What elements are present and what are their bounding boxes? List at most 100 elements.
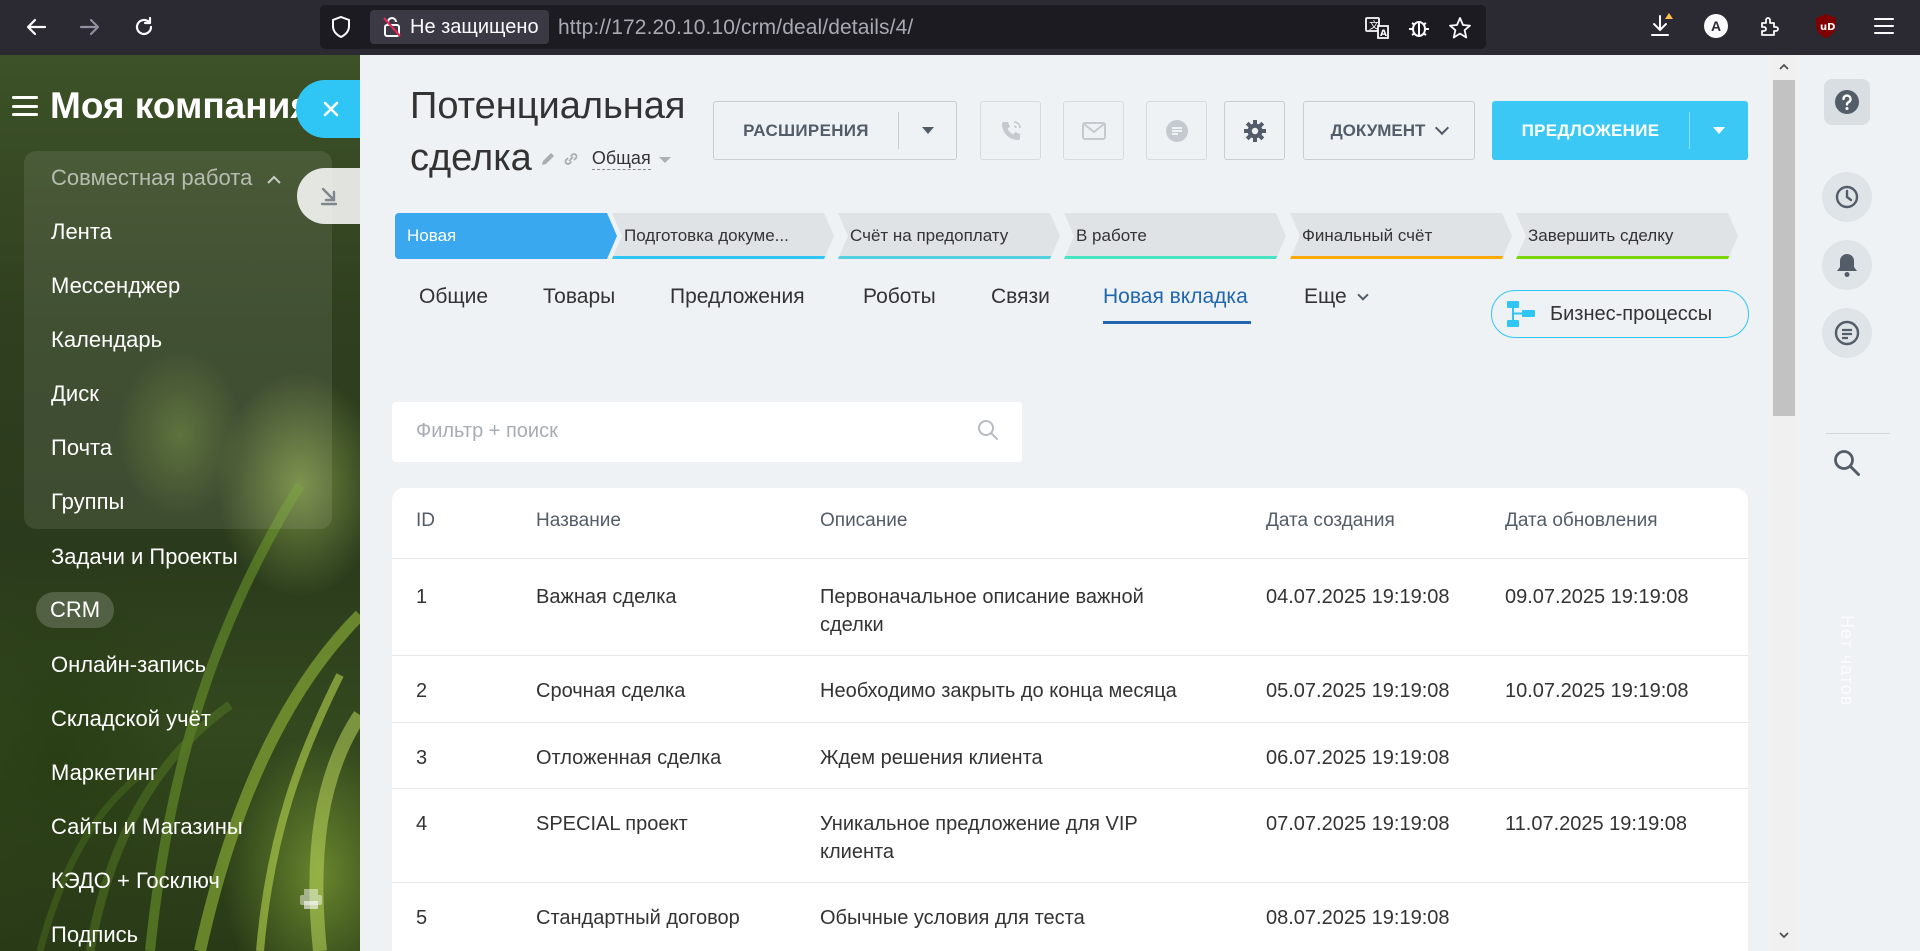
stage-color-bar (1290, 256, 1512, 259)
sidebar-item-tasks[interactable]: Задачи и Проекты (51, 544, 238, 570)
translate-icon[interactable]: 文A (1362, 14, 1392, 42)
tab-more[interactable]: Еще (1304, 285, 1369, 309)
broken-lock-icon (383, 17, 401, 37)
stage-close-deal[interactable]: Завершить сделку (1516, 213, 1738, 259)
sidebar-item-marketing[interactable]: Маркетинг (51, 760, 158, 786)
hamburger-menu-icon[interactable] (12, 96, 38, 116)
search-icon[interactable] (976, 418, 1000, 442)
column-header-updated[interactable]: Дата обновления (1505, 510, 1658, 532)
close-icon (323, 101, 339, 117)
settings-button[interactable] (1224, 101, 1285, 160)
category-selector[interactable]: Общая (591, 148, 651, 170)
stage-docs-preparation[interactable]: Подготовка докуме... (612, 213, 834, 259)
offer-dropdown[interactable] (1690, 127, 1748, 134)
tab-robots[interactable]: Роботы (863, 285, 936, 309)
url-text[interactable]: http://172.20.10.10/crm/deal/details/4/ (558, 16, 913, 40)
bookmark-star-icon[interactable] (1445, 14, 1475, 42)
chat-button[interactable] (1146, 101, 1207, 160)
column-header-id[interactable]: ID (416, 510, 435, 532)
connection-insecure-badge[interactable]: Не защищено (370, 10, 549, 44)
svg-text:uD: uD (1820, 22, 1835, 33)
stage-color-bar (838, 256, 1060, 259)
bug-icon[interactable] (1404, 14, 1434, 42)
caret-down-icon (921, 127, 934, 134)
tab-general[interactable]: Общие (419, 285, 488, 309)
scroll-up-arrow-icon[interactable] (1778, 61, 1790, 73)
stage-final-invoice[interactable]: Финальный счёт (1290, 213, 1512, 259)
notifications-button[interactable] (1822, 240, 1872, 290)
downloads-icon[interactable] (1644, 8, 1680, 44)
sidebar-item-crm[interactable]: CRM (36, 592, 115, 628)
reload-icon[interactable] (127, 10, 161, 44)
tab-links[interactable]: Связи (991, 285, 1050, 309)
refresh-stream-icon (1835, 185, 1859, 209)
forward-icon[interactable] (73, 10, 107, 44)
sidebar-item-mail[interactable]: Почта (51, 435, 112, 461)
search-button[interactable] (1832, 448, 1862, 483)
cell-updated: 10.07.2025 19:19:08 (1505, 680, 1689, 702)
sidebar-item-sign[interactable]: Подпись (51, 922, 138, 948)
cell-updated: 09.07.2025 19:19:08 (1505, 586, 1689, 608)
menu-icon[interactable] (1866, 8, 1902, 44)
cell-created: 04.07.2025 19:19:08 (1266, 586, 1450, 608)
tab-products[interactable]: Товары (543, 285, 615, 309)
stage-new[interactable]: Новая (395, 213, 617, 259)
account-avatar-icon[interactable]: A (1698, 8, 1734, 44)
stage-label: Финальный счёт (1302, 226, 1433, 245)
help-button[interactable] (1824, 79, 1870, 125)
stage-label: Новая (407, 226, 457, 245)
company-header[interactable]: Моя компания (12, 85, 312, 127)
avatar: A (1704, 14, 1728, 38)
category-dropdown-icon[interactable] (658, 156, 671, 163)
ublock-origin-icon[interactable]: uD (1808, 8, 1844, 44)
column-header-created[interactable]: Дата создания (1266, 510, 1395, 532)
stage-in-progress[interactable]: В работе (1064, 213, 1286, 259)
tab-offers[interactable]: Предложения (670, 285, 805, 309)
minimize-slider-button[interactable] (297, 168, 360, 224)
cell-description: Необходимо закрыть до конца месяца (820, 680, 1177, 702)
extensions-icon[interactable] (1752, 8, 1788, 44)
call-button[interactable] (980, 101, 1041, 160)
offer-button[interactable]: ПРЕДЛОЖЕНИЕ (1492, 101, 1748, 160)
sidebar-item-feed[interactable]: Лента (51, 219, 112, 245)
scrollbar-thumb[interactable] (1773, 80, 1795, 416)
active-tab-underline (1103, 321, 1251, 324)
sidebar-item-calendar[interactable]: Календарь (51, 327, 162, 353)
sidebar-item-disk[interactable]: Диск (51, 381, 99, 407)
column-header-name[interactable]: Название (536, 510, 621, 532)
security-label: Не защищено (410, 15, 539, 38)
extensions-button[interactable]: РАСШИРЕНИЯ (713, 101, 957, 160)
stage-color-bar (1064, 256, 1286, 259)
extensions-dropdown[interactable] (899, 127, 956, 134)
stage-color-bar (1516, 256, 1738, 259)
sidebar-group-collaboration[interactable]: Совместная работа (51, 165, 282, 191)
business-processes-label: Бизнес-процессы (1550, 302, 1713, 325)
sidebar-item-sites[interactable]: Сайты и Магазины (51, 814, 243, 840)
edit-pencil-icon[interactable] (540, 151, 556, 167)
sidebar-item-kedo[interactable]: КЭДО + Госключ (51, 868, 220, 894)
document-button[interactable]: ДОКУМЕНТ (1303, 101, 1475, 160)
printer-icon[interactable] (298, 887, 324, 916)
sidebar-item-booking[interactable]: Онлайн-запись (51, 652, 206, 678)
stage-prepayment-invoice[interactable]: Счёт на предоплату (838, 213, 1060, 259)
back-icon[interactable] (19, 10, 53, 44)
business-processes-button[interactable]: Бизнес-процессы (1491, 290, 1749, 338)
cell-name: Важная сделка (536, 586, 677, 608)
sidebar-item-groups[interactable]: Группы (51, 489, 124, 515)
filter-search-input[interactable]: Фильтр + поиск (392, 402, 1022, 462)
cell-id: 1 (416, 586, 428, 608)
divider (1826, 433, 1890, 434)
sidebar-item-messenger[interactable]: Мессенджер (51, 273, 180, 299)
column-header-description[interactable]: Описание (820, 510, 907, 532)
address-bar[interactable]: Не защищено http://172.20.10.10/crm/deal… (320, 5, 1486, 49)
email-button[interactable] (1063, 101, 1124, 160)
activity-stream-button[interactable] (1822, 172, 1872, 222)
open-chats-button[interactable] (1822, 308, 1872, 358)
cell-updated: 11.07.2025 19:19:08 (1505, 813, 1688, 835)
sidebar-item-inventory[interactable]: Складской учёт (51, 706, 211, 732)
tracking-shield-icon[interactable] (330, 15, 352, 44)
tab-new[interactable]: Новая вкладка (1103, 285, 1248, 309)
close-slider-button[interactable] (296, 80, 360, 138)
copy-link-icon[interactable] (562, 151, 580, 167)
scroll-down-arrow-icon[interactable] (1778, 929, 1790, 941)
